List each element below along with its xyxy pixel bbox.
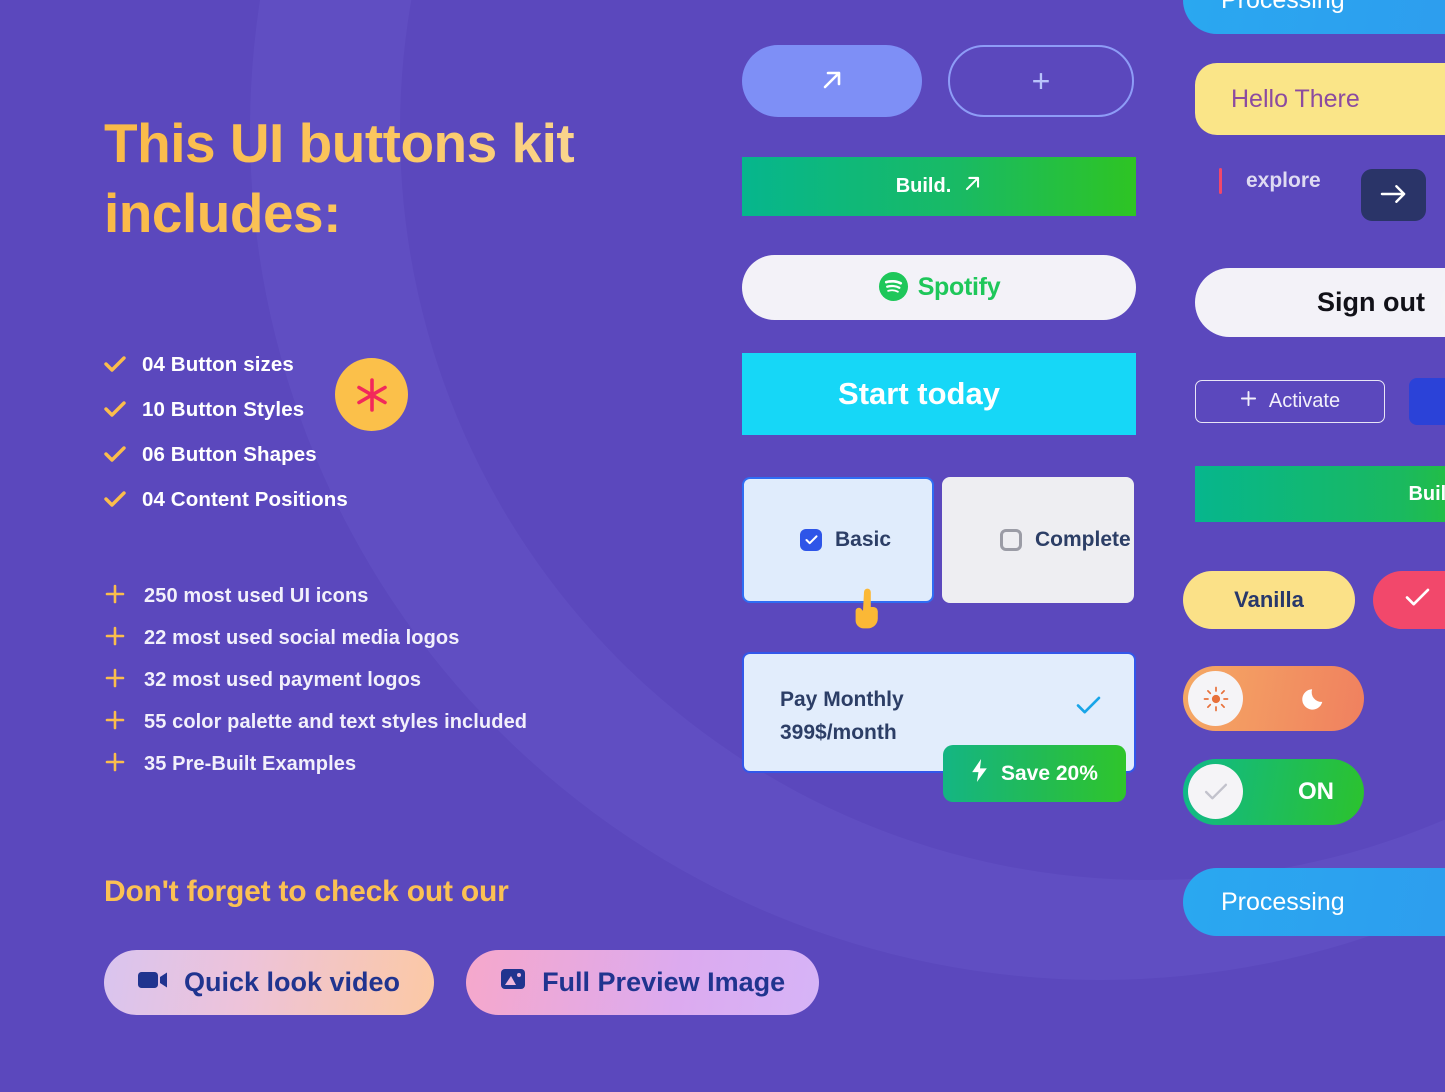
confirm-pill-button[interactable] bbox=[1373, 571, 1445, 629]
stage: This UI buttons kit includes: 04 Button … bbox=[0, 0, 1445, 1092]
build-button-right[interactable]: Build. bbox=[1195, 466, 1445, 522]
checkbox-checked-icon bbox=[800, 529, 822, 551]
spotify-icon bbox=[878, 271, 909, 305]
plus-icon bbox=[104, 667, 126, 693]
list-item: 32 most used payment logos bbox=[104, 659, 527, 701]
check-icon bbox=[104, 488, 126, 511]
build-button[interactable]: Build. bbox=[742, 157, 1136, 216]
start-today-button[interactable]: Start today bbox=[742, 353, 1136, 435]
plus-icon bbox=[104, 751, 126, 777]
sign-out-label: Sign out bbox=[1317, 287, 1425, 317]
plus-feature-list: 250 most used UI icons 22 most used soci… bbox=[104, 575, 527, 785]
lightning-bolt-icon bbox=[971, 759, 988, 788]
arrow-pill-button[interactable] bbox=[742, 45, 922, 117]
plan-option-basic[interactable]: Basic bbox=[742, 477, 934, 603]
arrow-up-right-icon bbox=[963, 174, 982, 199]
check-icon bbox=[1405, 587, 1430, 613]
theme-toggle[interactable] bbox=[1183, 666, 1364, 731]
check-feature-list: 04 Button sizes 10 Button Styles 06 Butt… bbox=[104, 342, 348, 522]
theme-toggle-knob bbox=[1188, 671, 1243, 726]
quick-look-video-button[interactable]: Quick look video bbox=[104, 950, 435, 1015]
list-item: 04 Content Positions bbox=[104, 477, 348, 522]
save-badge-button[interactable]: Save 20% bbox=[943, 745, 1126, 802]
list-item: 10 Button Styles bbox=[104, 387, 348, 432]
pay-monthly-check-icon bbox=[1076, 695, 1101, 720]
processing-button-bottom[interactable]: Processing bbox=[1183, 868, 1445, 936]
plan-option-complete[interactable]: Complete bbox=[942, 477, 1134, 603]
plus-icon bbox=[104, 583, 126, 609]
activate-button[interactable]: Activate bbox=[1195, 380, 1385, 423]
list-item: 55 color palette and text styles include… bbox=[104, 701, 527, 743]
save-badge-label: Save 20% bbox=[1001, 761, 1098, 785]
activate-label: Activate bbox=[1268, 390, 1341, 412]
avatar bbox=[1441, 279, 1445, 326]
spotify-button[interactable]: Spotify bbox=[742, 255, 1136, 320]
list-item-label: 250 most used UI icons bbox=[144, 584, 369, 607]
spotify-label: Spotify bbox=[917, 273, 1001, 301]
moon-icon bbox=[1301, 683, 1330, 715]
vanilla-button[interactable]: Vanilla bbox=[1183, 571, 1355, 629]
list-item: 35 Pre-Built Examples bbox=[104, 743, 527, 785]
arrow-up-right-icon bbox=[819, 67, 845, 96]
start-today-label: Start today bbox=[838, 376, 1000, 411]
list-item: 06 Button Shapes bbox=[104, 432, 348, 477]
list-item: 04 Button sizes bbox=[104, 342, 348, 387]
plan-choice-row: Basic Complete bbox=[742, 477, 1134, 603]
list-item-label: 55 color palette and text styles include… bbox=[144, 710, 528, 733]
quick-look-video-label: Quick look video bbox=[184, 967, 401, 997]
explore-arrow-button[interactable] bbox=[1361, 169, 1426, 221]
build-button-right-label: Build. bbox=[1408, 482, 1445, 505]
image-icon bbox=[500, 967, 526, 998]
processing-bottom-label: Processing bbox=[1221, 887, 1345, 916]
full-preview-image-label: Full Preview Image bbox=[542, 967, 786, 997]
video-camera-icon bbox=[138, 967, 168, 998]
checkbox-unchecked-icon bbox=[1000, 529, 1022, 551]
build-button-label: Build. bbox=[895, 175, 952, 197]
check-icon bbox=[104, 398, 126, 421]
page-title: This UI buttons kit includes: bbox=[104, 108, 724, 249]
cta-button-row: Quick look video Full Preview Image bbox=[104, 950, 820, 1015]
plus-icon bbox=[104, 625, 126, 651]
plus-icon bbox=[1240, 390, 1257, 413]
sign-out-button[interactable]: Sign out bbox=[1195, 268, 1445, 337]
plus-icon bbox=[104, 709, 126, 735]
icon-pill-row: + bbox=[742, 45, 1134, 117]
list-item-label: 22 most used social media logos bbox=[144, 626, 460, 649]
plan-option-basic-label: Basic bbox=[835, 528, 892, 551]
explore-label: explore bbox=[1246, 169, 1321, 192]
hello-there-label: Hello There bbox=[1231, 84, 1360, 113]
list-item-label: 04 Button sizes bbox=[142, 352, 294, 376]
hello-there-card: Hello There bbox=[1195, 63, 1445, 135]
list-item-label: 04 Content Positions bbox=[142, 487, 348, 511]
add-pill-button[interactable]: + bbox=[948, 45, 1134, 117]
check-icon bbox=[104, 353, 126, 376]
on-toggle-label: ON bbox=[1298, 778, 1334, 805]
list-item-label: 35 Pre-Built Examples bbox=[144, 752, 357, 775]
explore-link[interactable]: explore bbox=[1219, 168, 1321, 194]
processing-top-label: Processing bbox=[1221, 0, 1345, 15]
list-item: 250 most used UI icons bbox=[104, 575, 527, 617]
check-icon bbox=[104, 443, 126, 466]
close-button[interactable]: ✕ bbox=[1409, 378, 1445, 425]
list-item-label: 06 Button Shapes bbox=[142, 442, 317, 466]
section-subtitle: Don't forget to check out our bbox=[104, 875, 509, 908]
list-item-label: 10 Button Styles bbox=[142, 397, 305, 421]
plan-option-complete-label: Complete bbox=[1035, 528, 1131, 551]
accent-bar bbox=[1219, 168, 1222, 194]
on-toggle-knob bbox=[1188, 764, 1243, 819]
vanilla-label: Vanilla bbox=[1234, 587, 1304, 612]
plus-icon: + bbox=[1031, 63, 1051, 99]
list-item-label: 32 most used payment logos bbox=[144, 668, 422, 691]
on-off-toggle[interactable]: ON bbox=[1183, 759, 1364, 825]
arrow-right-icon bbox=[1380, 184, 1407, 207]
processing-button-top[interactable]: Processing bbox=[1183, 0, 1445, 34]
list-item: 22 most used social media logos bbox=[104, 617, 527, 659]
full-preview-image-button[interactable]: Full Preview Image bbox=[466, 950, 820, 1015]
